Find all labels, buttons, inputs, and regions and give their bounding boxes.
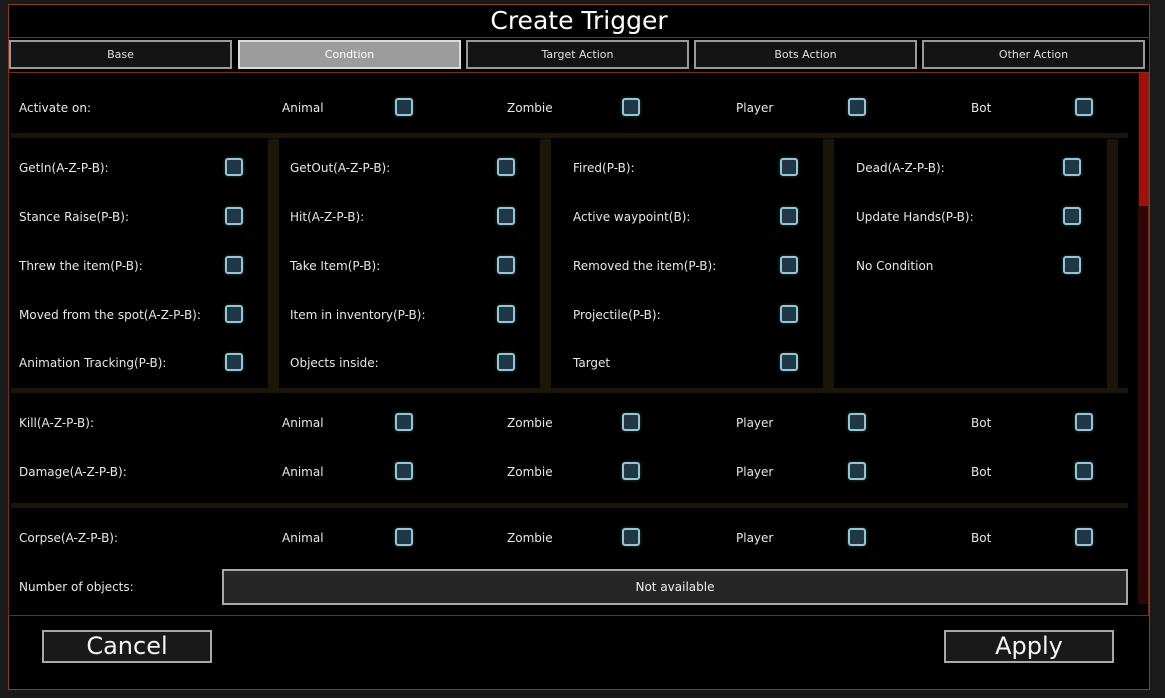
activate-animal-checkbox[interactable] [395, 98, 413, 116]
corpse-animal-checkbox[interactable] [395, 528, 413, 546]
activate-bot-label: Bot [971, 101, 992, 115]
corpse-animal-label: Animal [282, 531, 324, 545]
tab-condition[interactable]: Condtion [238, 40, 461, 69]
dead-label: Dead(A-Z-P-B): [856, 161, 945, 175]
kill-label: Kill(A-Z-P-B): [19, 416, 94, 430]
moved-from-spot-checkbox[interactable] [225, 305, 243, 323]
projectile-label: Projectile(P-B): [573, 308, 661, 322]
damage-zombie-checkbox[interactable] [622, 462, 640, 480]
cancel-button[interactable]: Cancel [42, 630, 212, 663]
corpse-bot-checkbox[interactable] [1075, 528, 1093, 546]
number-of-objects-label: Number of objects: [19, 580, 134, 594]
stance-raise-label: Stance Raise(P-B): [19, 210, 129, 224]
removed-item-checkbox[interactable] [780, 256, 798, 274]
animation-tracking-checkbox[interactable] [225, 353, 243, 371]
activate-bot-checkbox[interactable] [1075, 98, 1093, 116]
activate-player-label: Player [736, 101, 774, 115]
corpse-player-checkbox[interactable] [848, 528, 866, 546]
removed-item-label: Removed the item(P-B): [573, 259, 717, 273]
activate-player-checkbox[interactable] [848, 98, 866, 116]
stance-raise-checkbox[interactable] [225, 207, 243, 225]
dialog-title: Create Trigger [490, 6, 668, 35]
threw-item-label: Threw the item(P-B): [19, 259, 143, 273]
take-item-checkbox[interactable] [497, 256, 515, 274]
tab-target-action[interactable]: Target Action [466, 40, 689, 69]
item-in-inventory-checkbox[interactable] [497, 305, 515, 323]
corpse-player-label: Player [736, 531, 774, 545]
getout-label: GetOut(A-Z-P-B): [290, 161, 391, 175]
column-divider [268, 139, 279, 388]
activate-animal-label: Animal [282, 101, 324, 115]
getin-checkbox[interactable] [225, 158, 243, 176]
scrollbar-thumb[interactable] [1139, 73, 1148, 206]
damage-player-checkbox[interactable] [848, 462, 866, 480]
no-condition-label: No Condition [856, 259, 934, 273]
kill-player-checkbox[interactable] [848, 413, 866, 431]
corpse-zombie-label: Zombie [507, 531, 553, 545]
section-divider [11, 388, 1128, 393]
column-divider [540, 139, 551, 388]
kill-zombie-checkbox[interactable] [622, 413, 640, 431]
target-checkbox[interactable] [780, 353, 798, 371]
apply-button[interactable]: Apply [944, 630, 1114, 663]
column-divider [823, 139, 834, 388]
kill-bot-checkbox[interactable] [1075, 413, 1093, 431]
objects-inside-checkbox[interactable] [497, 353, 515, 371]
section-divider [11, 133, 1128, 138]
kill-zombie-label: Zombie [507, 416, 553, 430]
activate-zombie-label: Zombie [507, 101, 553, 115]
damage-animal-checkbox[interactable] [395, 462, 413, 480]
update-hands-label: Update Hands(P-B): [856, 210, 974, 224]
no-condition-checkbox[interactable] [1063, 256, 1081, 274]
damage-player-label: Player [736, 465, 774, 479]
kill-animal-label: Animal [282, 416, 324, 430]
damage-zombie-label: Zombie [507, 465, 553, 479]
damage-bot-checkbox[interactable] [1075, 462, 1093, 480]
dialog-titlebar: Create Trigger [8, 4, 1150, 38]
fired-label: Fired(P-B): [573, 161, 635, 175]
column-divider [1107, 139, 1118, 388]
getin-label: GetIn(A-Z-P-B): [19, 161, 109, 175]
fired-checkbox[interactable] [780, 158, 798, 176]
active-waypoint-checkbox[interactable] [780, 207, 798, 225]
corpse-bot-label: Bot [971, 531, 992, 545]
tab-base[interactable]: Base [9, 40, 232, 69]
target-label: Target [573, 356, 611, 370]
kill-animal-checkbox[interactable] [395, 413, 413, 431]
kill-player-label: Player [736, 416, 774, 430]
kill-bot-label: Bot [971, 416, 992, 430]
active-waypoint-label: Active waypoint(B): [573, 210, 691, 224]
objects-inside-label: Objects inside: [290, 356, 379, 370]
tab-bots-action[interactable]: Bots Action [694, 40, 917, 69]
hit-label: Hit(A-Z-P-B): [290, 210, 365, 224]
getout-checkbox[interactable] [497, 158, 515, 176]
corpse-label: Corpse(A-Z-P-B): [19, 531, 119, 545]
damage-animal-label: Animal [282, 465, 324, 479]
tab-other-action[interactable]: Other Action [922, 40, 1145, 69]
number-of-objects-field[interactable]: Not available [222, 569, 1128, 605]
activate-on-label: Activate on: [19, 101, 91, 115]
damage-bot-label: Bot [971, 465, 992, 479]
threw-item-checkbox[interactable] [225, 256, 243, 274]
moved-from-spot-label: Moved from the spot(A-Z-P-B): [19, 308, 201, 322]
update-hands-checkbox[interactable] [1063, 207, 1081, 225]
activate-zombie-checkbox[interactable] [622, 98, 640, 116]
corpse-zombie-checkbox[interactable] [622, 528, 640, 546]
take-item-label: Take Item(P-B): [290, 259, 381, 273]
damage-label: Damage(A-Z-P-B): [19, 465, 127, 479]
hit-checkbox[interactable] [497, 207, 515, 225]
section-divider [11, 503, 1128, 508]
projectile-checkbox[interactable] [780, 305, 798, 323]
animation-tracking-label: Animation Tracking(P-B): [19, 356, 167, 370]
dead-checkbox[interactable] [1063, 158, 1081, 176]
item-in-inventory-label: Item in inventory(P-B): [290, 308, 426, 322]
